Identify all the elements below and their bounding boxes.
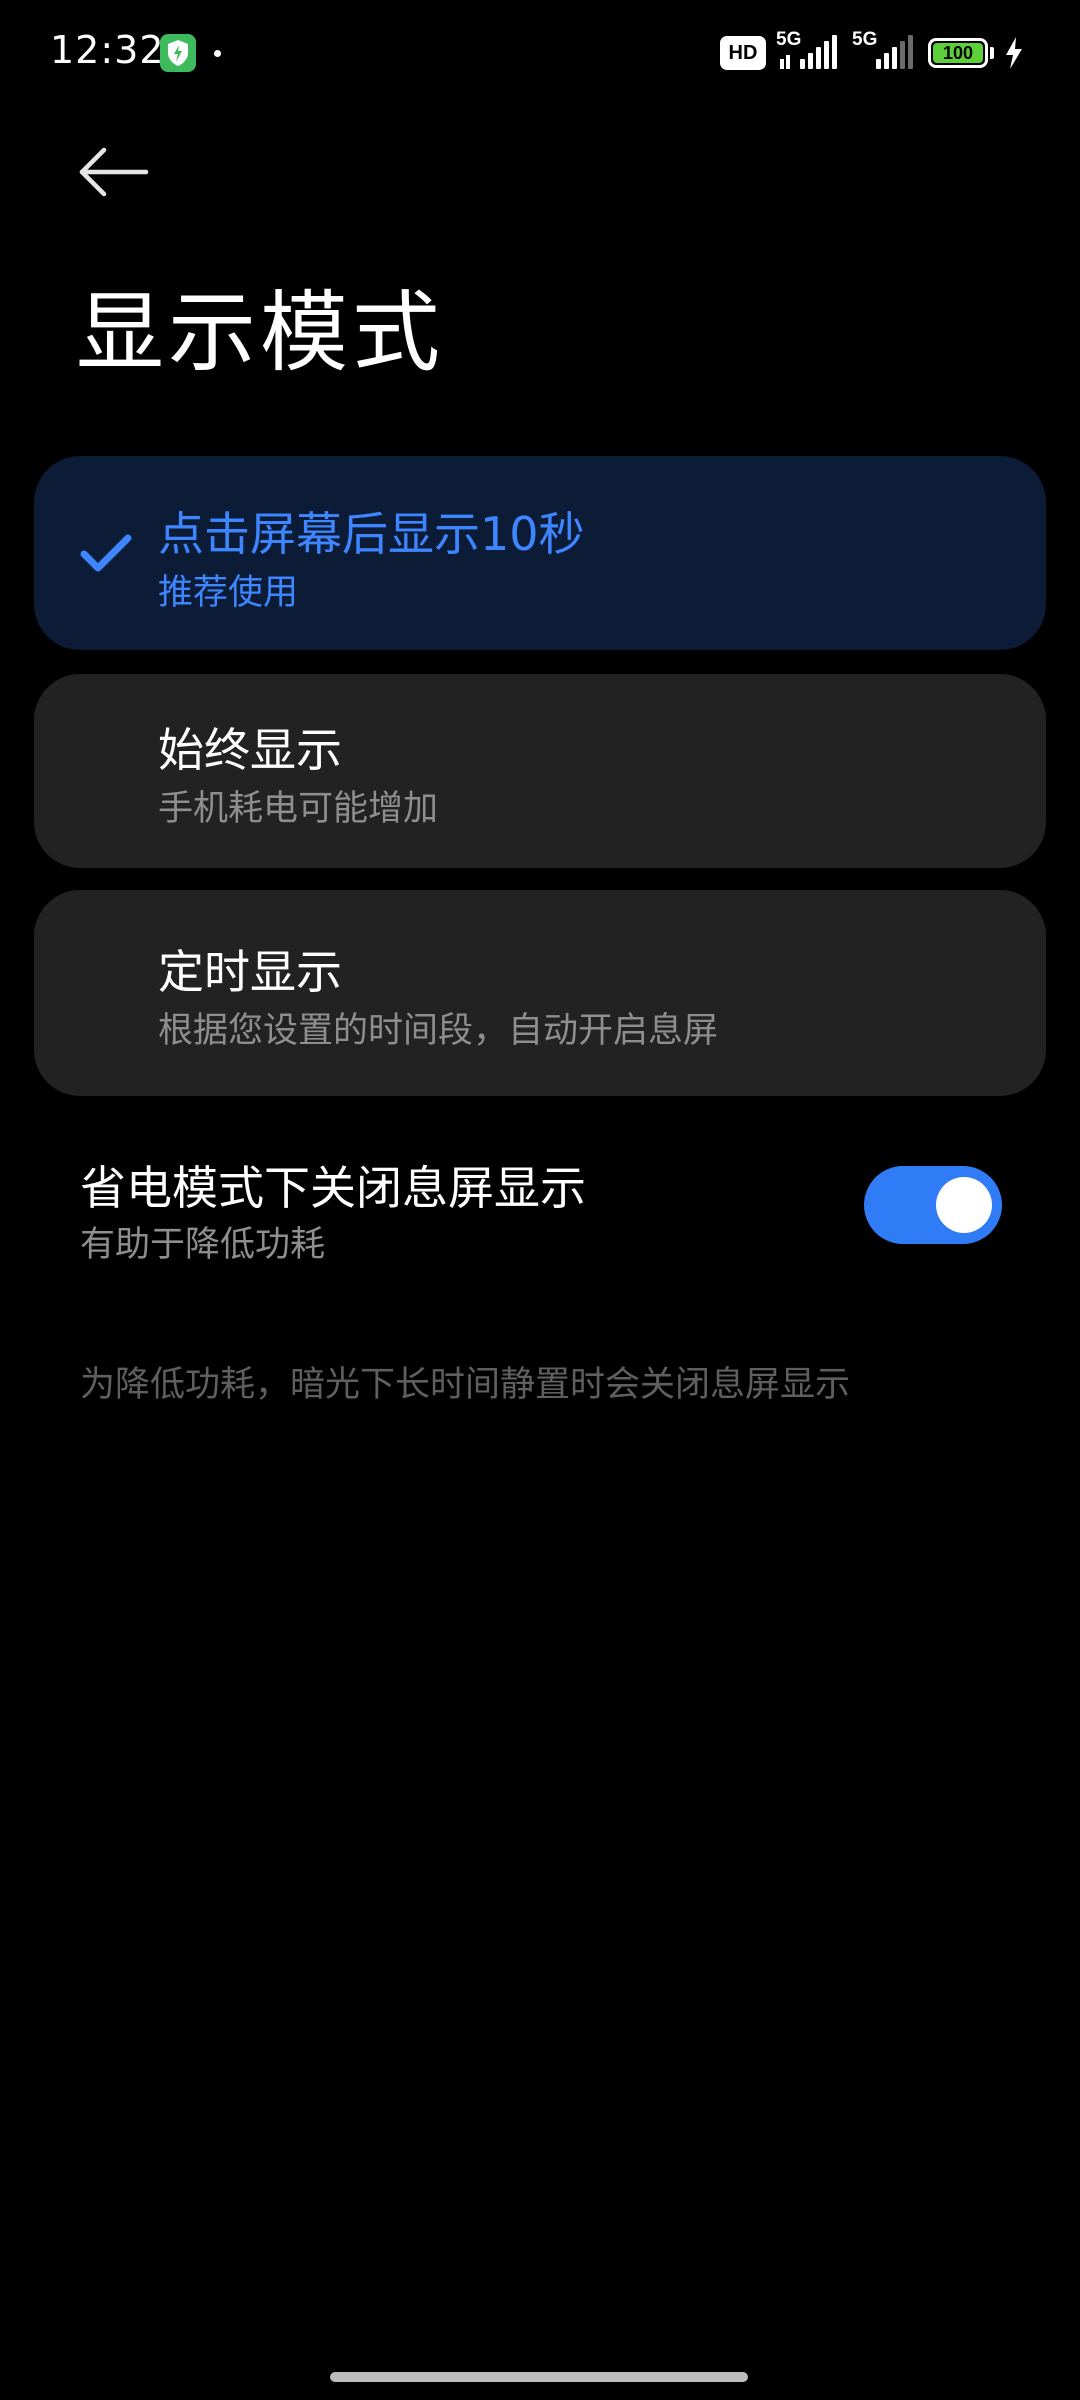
option-title: 定时显示 [158,945,342,999]
status-right-group: HD 5G 5G 100 [720,29,1024,76]
option-scheduled[interactable]: 定时显示 根据您设置的时间段，自动开启息屏 [34,890,1046,1096]
page-title: 显示模式 [76,281,445,384]
signal-5g-icon-2: 5G [852,29,918,73]
security-shield-icon [160,34,196,72]
status-bar: 12:32 HD 5G 5G 100 [0,0,1080,110]
option-subtitle: 根据您设置的时间段，自动开启息屏 [158,1011,719,1051]
power-saving-subtitle: 有助于降低功耗 [80,1225,326,1265]
option-title: 点击屏幕后显示10秒 [158,507,585,561]
status-time: 12:32 [50,28,165,72]
hd-voice-icon: HD [720,36,766,70]
battery-icon: 100 [928,38,988,68]
check-icon [80,534,132,572]
option-subtitle: 手机耗电可能增加 [158,789,439,829]
back-button[interactable] [70,136,154,206]
option-always-on[interactable]: 始终显示 手机耗电可能增加 [34,674,1046,868]
notification-dot-icon [214,50,221,57]
power-saving-row[interactable]: 省电模式下关闭息屏显示 有助于降低功耗 [0,1140,1080,1280]
footnote-text: 为降低功耗，暗光下长时间静置时会关闭息屏显示 [80,1365,851,1405]
option-title: 始终显示 [158,723,342,777]
signal-5g-icon: 5G [776,29,842,73]
battery-level: 100 [933,43,983,63]
power-saving-toggle[interactable] [864,1166,1002,1244]
power-saving-title: 省电模式下关闭息屏显示 [80,1161,586,1215]
charging-bolt-icon [1006,37,1022,69]
battery-tip [990,47,994,59]
toggle-knob [936,1177,992,1233]
option-subtitle: 推荐使用 [158,573,299,613]
home-indicator[interactable] [330,2372,748,2382]
option-tap-to-show[interactable]: 点击屏幕后显示10秒 推荐使用 [34,456,1046,650]
back-arrow-icon [79,147,149,197]
